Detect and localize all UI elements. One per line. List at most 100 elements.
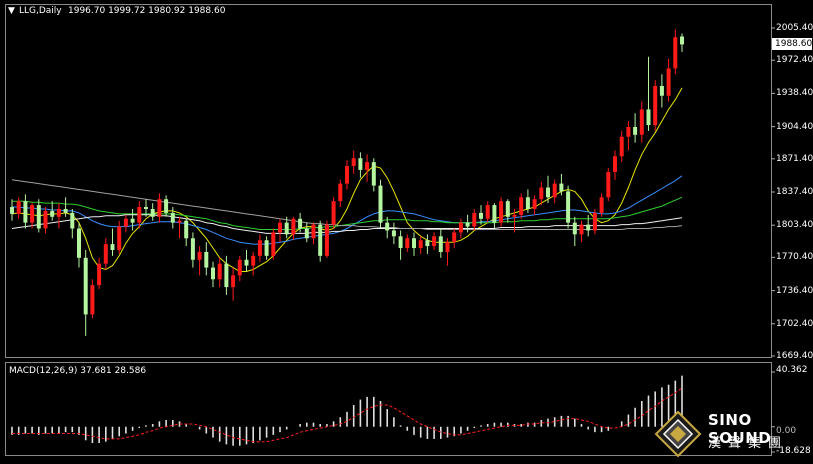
candle-body [599,197,604,213]
macd-top-label: 40.362 [776,365,808,375]
candle-body [318,224,323,256]
candle-body [251,255,256,266]
candle-body [278,222,282,233]
candle-body [532,199,537,209]
candle-body [157,199,162,217]
price-axis-tick-label: 1736.40 [776,285,813,296]
candle-body [144,207,148,209]
candle-body [56,208,61,217]
candle-body [385,222,390,231]
candle-body [63,208,68,213]
candle-body [579,224,584,235]
price-axis-tick-label: 1669.40 [776,351,813,361]
candle-body [110,244,115,250]
candle-body [479,212,483,219]
candle-body [36,205,41,229]
candle-body [505,201,510,217]
candle-body [606,171,611,198]
candle-body [291,218,296,235]
candle-body [117,226,122,250]
candle-body [358,158,363,170]
candle-body [391,230,396,237]
price-axis-tick-label: 2005.40 [776,23,813,33]
candle-body [90,285,95,315]
macd-label: MACD(12,26,9) 37.681 28.586 [9,366,147,376]
candle-body [103,244,108,264]
price-axis-tick-label: 1938.40 [776,88,813,99]
candle-body [458,222,463,233]
candle-body [217,263,222,280]
candle-body [539,187,544,200]
candle-body [70,212,75,229]
candle-body [170,212,175,223]
current-price-tag: 1988.60 [772,38,812,50]
candle-body [304,228,309,239]
candle-body [680,36,684,45]
chart-window [0,0,813,460]
candle-body [150,208,155,217]
candle-body [639,109,644,135]
price-axis-tick-label: 1702.40 [776,318,813,329]
candle-body [331,201,336,225]
candle-body [673,37,678,69]
candle-body [365,162,370,170]
candle-body [237,259,242,276]
candle-body [204,251,209,268]
price-axis-tick-label: 1803.40 [776,220,813,231]
candle-body [130,218,135,223]
candle-body [465,222,470,227]
candle-body [485,205,490,219]
candle-body [619,136,624,157]
candle-body [211,267,215,280]
candle-body [97,263,102,286]
candle-body [137,207,142,223]
candle-body [10,207,14,214]
price-axis-tick-label: 1837.40 [776,187,813,197]
candle-body [224,263,229,288]
candle-body [452,232,457,243]
candle-body [586,224,591,231]
candle-body [345,166,349,184]
candle-body [371,162,376,186]
price-axis-tick-label: 1972.40 [776,55,813,66]
candle-body [298,218,303,229]
candle-body [197,251,202,260]
candle-body [626,126,631,137]
price-axis-tick-label: 1770.40 [776,252,813,263]
candle-body [264,240,269,256]
candle-body [512,214,517,217]
candle-body [190,238,195,260]
candle-body [338,183,343,202]
candle-body [566,191,571,223]
candle-body [572,222,577,235]
candle-body [351,158,356,167]
candle-body [666,68,671,96]
ohlc-readout: 1996.70 1999.72 1980.92 1988.60 [68,6,226,16]
price-axis-tick-label: 1871.40 [776,153,813,164]
sino-sound-logo: SINO SOUND 漢聲集團 [652,408,812,460]
candle-body [184,220,189,239]
candle-body [311,224,316,239]
candle-body [244,259,249,266]
symbol-dropdown-arrow-icon[interactable]: ▼ [8,6,15,16]
candle-body [592,212,597,231]
candle-body [23,201,28,223]
candle-body [164,199,169,213]
candle-body [613,156,617,172]
candle-body [552,183,557,198]
candle-body [398,236,403,249]
candle-body [378,185,383,223]
candle-body [499,201,504,223]
candle-body [412,238,416,249]
candle-body [646,109,651,126]
candle-body [425,240,430,247]
candle-body [271,232,276,256]
candle-body [43,210,48,229]
logo-chinese-text: 漢聲集團 [708,436,789,451]
candle-body [519,197,524,215]
candle-body [418,240,423,249]
candle-body [438,236,443,252]
candle-body [16,201,21,214]
price-axis-tick-label: 1904.40 [776,121,813,132]
candle-body [83,257,88,315]
